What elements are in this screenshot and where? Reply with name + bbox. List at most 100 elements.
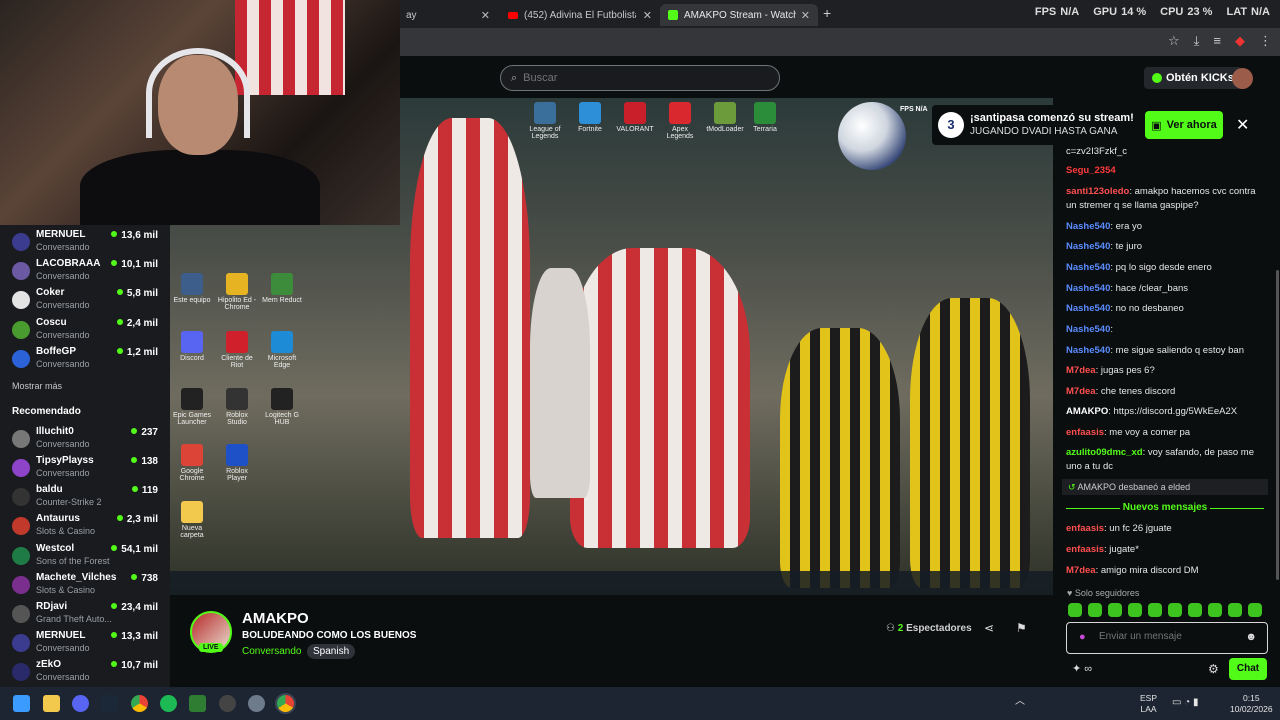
player-figure — [780, 328, 900, 588]
close-icon[interactable]: ✕ — [801, 9, 810, 22]
chat-username[interactable]: AMAKPO — [1066, 406, 1108, 417]
sidebar-item-recommended[interactable]: Illuchit0 Conversando 237 — [12, 426, 162, 454]
chat-message: Nashe540: te juro — [1066, 240, 1266, 254]
sidebar-item-recommended[interactable]: Westcol Sons of the Forest 54,1 mil — [12, 543, 162, 571]
sidebar-item-following[interactable]: MERNUEL Conversando 13,6 mil — [12, 229, 162, 257]
close-icon[interactable]: ✕ — [643, 9, 652, 22]
chat-username[interactable]: Nashe540 — [1066, 303, 1110, 314]
language-indicator[interactable]: ESP LAA — [1140, 693, 1157, 715]
download-icon[interactable]: ⤓ — [1194, 33, 1200, 49]
sidebar-item-recommended[interactable]: baldu Counter-Strike 2 119 — [12, 484, 162, 512]
desktop-shortcut: Este equipo — [172, 273, 212, 304]
windows-start-icon[interactable] — [13, 695, 30, 712]
chat-input-box[interactable]: ● ☻ — [1066, 622, 1268, 654]
sidebar-item-recommended[interactable]: RDjavi Grand Theft Auto... 23,4 mil — [12, 601, 162, 629]
emote-icon[interactable] — [1088, 603, 1102, 617]
file-explorer-icon[interactable] — [43, 695, 60, 712]
chat-username[interactable]: enfaasis — [1066, 523, 1104, 534]
xbox-icon[interactable] — [189, 695, 206, 712]
language-tag[interactable]: Spanish — [307, 644, 356, 659]
chat-username[interactable]: M7dea — [1066, 565, 1096, 576]
watch-now-button[interactable]: ▣ Ver ahora — [1145, 111, 1223, 139]
send-chat-button[interactable]: Chat — [1229, 658, 1267, 680]
gear-icon[interactable]: ⚙ — [1208, 662, 1219, 676]
get-kicks-button[interactable]: Obtén KICKs — [1144, 67, 1242, 89]
search-bar[interactable]: ⌕ — [500, 65, 780, 91]
sidebar-item-recommended[interactable]: TipsyPlayss Conversando 138 — [12, 455, 162, 483]
chat-username[interactable]: santi123oledo — [1066, 186, 1129, 197]
follow-icon[interactable]: ⚑ — [1016, 621, 1027, 635]
emote-icon[interactable] — [1208, 603, 1222, 617]
channel-name: MERNUEL — [36, 229, 86, 240]
obs-icon[interactable] — [219, 695, 236, 712]
chat-username[interactable]: Nashe540 — [1066, 241, 1110, 252]
emote-icon[interactable] — [1148, 603, 1162, 617]
chat-username[interactable]: Nashe540 — [1066, 345, 1110, 356]
app-icon — [714, 102, 736, 124]
settings-icon[interactable] — [248, 695, 265, 712]
tray-chevron-icon[interactable]: ︿ — [1015, 696, 1025, 707]
stream-category[interactable]: Conversando — [242, 646, 301, 657]
chat-username[interactable]: Nashe540 — [1066, 283, 1110, 294]
new-messages-divider[interactable]: Nuevos mensajes — [1062, 501, 1268, 515]
channel-name[interactable]: AMAKPO — [242, 610, 309, 627]
chat-username[interactable]: Segu_2354 — [1066, 165, 1116, 176]
chat-input[interactable] — [1099, 631, 1239, 642]
emote-icon[interactable] — [1128, 603, 1142, 617]
extension-icon[interactable]: ◆ — [1235, 33, 1245, 49]
emote-icon[interactable] — [1168, 603, 1182, 617]
chrome-icon[interactable] — [131, 695, 148, 712]
menu-icon[interactable]: ⋮ — [1259, 33, 1272, 49]
discord-icon[interactable] — [72, 695, 89, 712]
chat-username[interactable]: Nashe540 — [1066, 262, 1110, 273]
network-icon[interactable]: ▭ ◔ ▮ — [1172, 697, 1199, 708]
emote-icon[interactable] — [1228, 603, 1242, 617]
sidebar-item-recommended[interactable]: Machete_Vilches Slots & Casino 738 — [12, 572, 162, 600]
emote-icon[interactable] — [1188, 603, 1202, 617]
chat-username[interactable]: enfaasis — [1066, 544, 1104, 555]
new-tab-icon[interactable]: + — [823, 5, 831, 21]
chat-message: M7dea: jugas pes 6? — [1066, 364, 1266, 378]
viewer-count: 10,7 mil — [111, 660, 158, 671]
sidebar-item-following[interactable]: Coscu Conversando 2,4 mil — [12, 317, 162, 345]
desktop-shortcut: Apex Legends — [660, 102, 700, 140]
clock[interactable]: 0:15 10/02/2026 — [1230, 693, 1273, 715]
channel-category: Conversando — [36, 643, 90, 653]
shortcut-label: Roblox Player — [226, 468, 248, 482]
share-icon[interactable]: ⋖ — [984, 621, 994, 635]
chat-username[interactable]: M7dea — [1066, 365, 1096, 376]
avatar[interactable] — [1232, 68, 1253, 89]
points-icon[interactable]: ✦ ∞ — [1072, 662, 1092, 675]
emote-icon[interactable] — [1068, 603, 1082, 617]
performance-overlay: FPS N/A GPU 14 % CPU 23 % LAT N/A — [1035, 6, 1270, 18]
chrome-active-icon[interactable] — [277, 695, 294, 712]
browser-tab-2[interactable]: (452) Adivina El Futbolista Profe ✕ — [500, 4, 660, 26]
emote-icon[interactable] — [1108, 603, 1122, 617]
chat-username[interactable]: Nashe540 — [1066, 221, 1110, 232]
microphone-icon[interactable]: ● — [1079, 631, 1086, 643]
search-input[interactable] — [523, 72, 754, 84]
close-icon[interactable]: ✕ — [481, 9, 490, 22]
chat-username[interactable]: enfaasis — [1066, 427, 1104, 438]
chat-scrollbar[interactable] — [1276, 270, 1279, 580]
sidebar-item-following[interactable]: BoffeGP Conversando 1,2 mil — [12, 346, 162, 374]
browser-tab-3[interactable]: AMAKPO Stream - Watch Live o ✕ — [660, 4, 818, 26]
emoji-icon[interactable]: ☻ — [1245, 631, 1257, 643]
spotify-icon[interactable] — [160, 695, 177, 712]
sidebar-item-recommended[interactable]: Antaurus Slots & Casino 2,3 mil — [12, 513, 162, 541]
sidebar-item-recommended[interactable]: MERNUEL Conversando 13,3 mil — [12, 630, 162, 658]
playlist-icon[interactable]: ≡ — [1213, 33, 1221, 49]
chat-username[interactable]: M7dea — [1066, 386, 1096, 397]
sidebar-item-recommended[interactable]: zEkO Conversando 10,7 mil — [12, 659, 162, 687]
close-icon[interactable]: ✕ — [1236, 115, 1249, 135]
avatar — [12, 547, 30, 565]
show-more-link[interactable]: Mostrar más — [12, 381, 62, 391]
sidebar-item-following[interactable]: Coker Conversando 5,8 mil — [12, 287, 162, 315]
browser-tab-1[interactable]: ay ✕ — [398, 4, 498, 26]
sidebar-item-following[interactable]: LACOBRAAA Conversando 10,1 mil — [12, 258, 162, 286]
steam-icon[interactable] — [101, 695, 118, 712]
chat-username[interactable]: azulito09dmc_xd — [1066, 447, 1143, 458]
emote-icon[interactable] — [1248, 603, 1262, 617]
chat-username[interactable]: Nashe540 — [1066, 324, 1110, 335]
bookmark-star-icon[interactable]: ☆ — [1168, 33, 1180, 49]
